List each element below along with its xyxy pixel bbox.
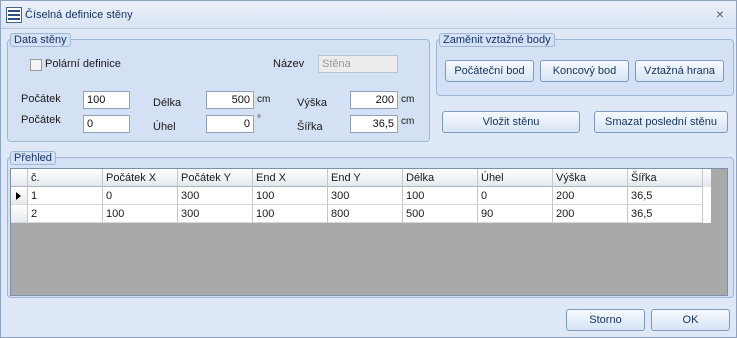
column-header[interactable]: Výška	[553, 169, 628, 187]
smazat-posledni-stenu-button[interactable]: Smazat poslední stěnu	[594, 111, 728, 133]
table-cell[interactable]: 100	[403, 187, 478, 205]
table-cell[interactable]: 500	[403, 205, 478, 223]
uhel-label: Úhel	[153, 121, 176, 133]
column-header[interactable]: End X	[253, 169, 328, 187]
pocatek-y-label: Počátek	[21, 114, 61, 126]
koncovy-bod-button[interactable]: Koncový bod	[540, 60, 629, 82]
nazev-field	[318, 55, 398, 73]
vyska-label: Výška	[297, 97, 327, 109]
polar-label: Polární definice	[45, 58, 121, 70]
vlozit-stenu-button[interactable]: Vložit stěnu	[442, 111, 580, 133]
data-steny-label: Data stěny	[10, 33, 71, 47]
zamenit-group: Zaměnit vztažné body Počáteční bod Konco…	[436, 33, 734, 96]
table-cell[interactable]: 300	[328, 187, 403, 205]
table-cell[interactable]: 300	[178, 187, 253, 205]
polar-checkbox[interactable]	[30, 59, 42, 71]
table-cell[interactable]: 0	[103, 187, 178, 205]
table-row[interactable]: 2 100 300 100 800 500 90 200 36,5	[11, 205, 711, 223]
pocatek-x-field[interactable]	[83, 91, 130, 109]
table-cell[interactable]: 36,5	[628, 187, 703, 205]
ok-button[interactable]: OK	[651, 309, 730, 331]
table-cell[interactable]: 2	[28, 205, 103, 223]
storno-button[interactable]: Storno	[566, 309, 645, 331]
walls-table[interactable]: č. Počátek X Počátek Y End X End Y Délka…	[10, 168, 728, 296]
app-icon	[6, 7, 22, 23]
table-cell[interactable]: 200	[553, 205, 628, 223]
table-cell[interactable]: 0	[478, 187, 553, 205]
delka-label: Délka	[153, 97, 182, 109]
window-title: Číselná definice stěny	[25, 9, 133, 21]
pocatek-y-field[interactable]	[83, 115, 130, 133]
column-header[interactable]: End Y	[328, 169, 403, 187]
vyska-unit: cm	[401, 94, 415, 105]
sirka-label: Šířka	[297, 121, 323, 133]
table-cell[interactable]: 36,5	[628, 205, 703, 223]
data-steny-group: Data stěny Polární definice Název Počáte…	[7, 33, 430, 142]
column-header[interactable]: Počátek Y	[178, 169, 253, 187]
column-header[interactable]: Počátek X	[103, 169, 178, 187]
pocatek-x-label: Počátek	[21, 93, 61, 105]
delka-field[interactable]	[206, 91, 254, 109]
title-bar: Číselná definice stěny ×	[1, 1, 736, 29]
table-cell[interactable]: 90	[478, 205, 553, 223]
zamenit-label: Zaměnit vztažné body	[439, 33, 555, 47]
delka-unit: cm	[257, 94, 271, 105]
vztazna-hrana-button[interactable]: Vztažná hrana	[635, 60, 724, 82]
table-cell[interactable]: 100	[253, 205, 328, 223]
table-row[interactable]: 1 0 300 100 300 100 0 200 36,5	[11, 187, 711, 205]
column-header[interactable]: Úhel	[478, 169, 553, 187]
table-cell[interactable]: 100	[253, 187, 328, 205]
uhel-field[interactable]	[206, 115, 254, 133]
row-selector[interactable]	[11, 187, 28, 205]
pocatecni-bod-button[interactable]: Počáteční bod	[445, 60, 534, 82]
row-selector[interactable]	[11, 205, 28, 223]
column-header[interactable]: Délka	[403, 169, 478, 187]
table-cell[interactable]: 100	[103, 205, 178, 223]
close-button[interactable]: ×	[712, 6, 728, 22]
table-cell[interactable]: 1	[28, 187, 103, 205]
column-header[interactable]: č.	[28, 169, 103, 187]
vyska-field[interactable]	[350, 91, 398, 109]
table-cell[interactable]: 300	[178, 205, 253, 223]
column-header[interactable]: Šířka	[628, 169, 703, 187]
table-header: č. Počátek X Počátek Y End X End Y Délka…	[11, 169, 711, 187]
prehled-label: Přehled	[10, 151, 56, 165]
table-cell[interactable]: 800	[328, 205, 403, 223]
table-cell[interactable]: 200	[553, 187, 628, 205]
sirka-unit: cm	[401, 116, 415, 127]
header-corner	[11, 169, 28, 187]
current-row-arrow-icon	[16, 192, 21, 200]
nazev-label: Název	[273, 58, 305, 70]
sirka-field[interactable]	[350, 115, 398, 133]
uhel-unit: °	[257, 114, 261, 125]
dialog-window: Číselná definice stěny × Data stěny Polá…	[0, 0, 737, 338]
